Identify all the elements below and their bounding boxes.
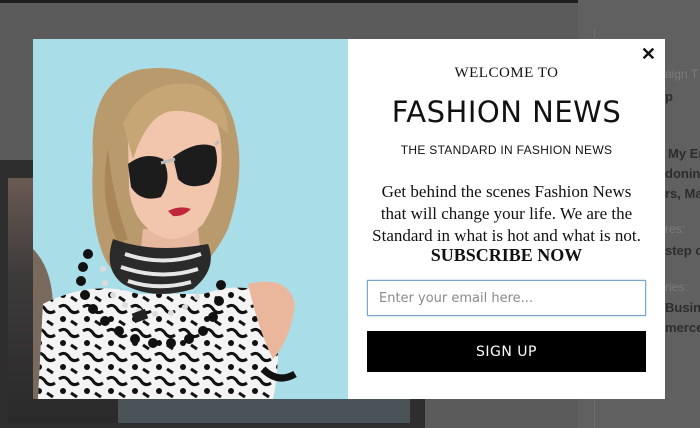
background-sidebar-text: rs, Ma (665, 186, 700, 201)
background-sidebar-text: aign T (665, 67, 699, 81)
subscribe-now-heading: SUBSCRIBE NOW (430, 245, 583, 265)
background-sidebar-text: Busin (665, 300, 700, 315)
brand-title: FASHION NEWS (391, 95, 622, 129)
background-sidebar-text: My En (668, 146, 700, 161)
brand-tagline: THE STANDARD IN FASHION NEWS (400, 143, 613, 157)
subscribe-popup: ✕ WELCOME TO FASHION NEWS THE STANDARD I… (33, 39, 665, 399)
background-sidebar-text: merce (665, 320, 700, 335)
background-sidebar-text: doning (665, 166, 700, 181)
background-sidebar-text: step ca (665, 243, 700, 258)
close-icon[interactable]: ✕ (641, 45, 656, 63)
background-sidebar-text: ries: (665, 280, 688, 294)
model-photo (33, 39, 348, 399)
popup-description: Get behind the scenes Fashion News that … (372, 182, 641, 245)
background-sidebar-text: res: (665, 222, 686, 236)
background-sidebar-text: p (665, 89, 673, 104)
email-input[interactable] (367, 280, 646, 316)
welcome-heading: WELCOME TO (454, 65, 559, 81)
popup-content: ✕ WELCOME TO FASHION NEWS THE STANDARD I… (348, 39, 665, 399)
model-photo-illustration (33, 39, 348, 399)
sign-up-button[interactable]: SIGN UP (367, 331, 646, 372)
